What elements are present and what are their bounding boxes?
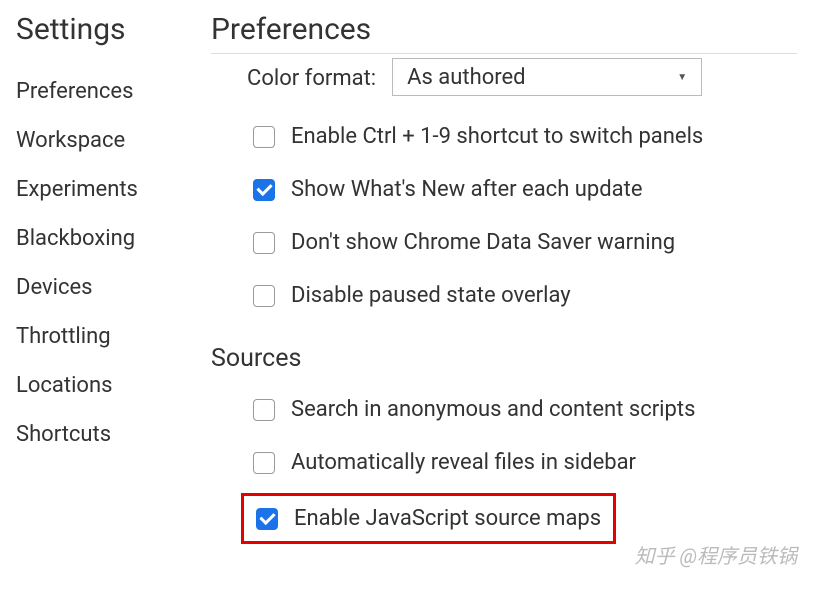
page-title: Preferences xyxy=(211,12,797,47)
color-format-row: Color format: As authored ▼ xyxy=(211,54,797,110)
checkbox-row-whatsnew: Show What's New after each update xyxy=(211,163,797,216)
sidebar-item-preferences[interactable]: Preferences xyxy=(16,67,179,116)
settings-title: Settings xyxy=(16,12,179,47)
sources-section-header: Sources xyxy=(211,322,797,383)
preferences-content: Color format: As authored ▼ Enable Ctrl … xyxy=(211,53,797,544)
checkbox-row-pausedoverlay: Disable paused state overlay xyxy=(211,269,797,322)
checkbox-pausedoverlay[interactable] xyxy=(253,285,275,307)
checkbox-autoreveal[interactable] xyxy=(253,452,275,474)
checkbox-row-datasaver: Don't show Chrome Data Saver warning xyxy=(211,216,797,269)
settings-sidebar: Settings Preferences Workspace Experimen… xyxy=(0,0,195,589)
checkbox-jssourcemaps[interactable] xyxy=(256,508,278,530)
sidebar-item-workspace[interactable]: Workspace xyxy=(16,116,179,165)
chevron-down-icon: ▼ xyxy=(677,72,687,83)
checkbox-label-anonsearch[interactable]: Search in anonymous and content scripts xyxy=(291,397,695,422)
color-format-label: Color format: xyxy=(247,66,376,91)
checkbox-label-jssourcemaps[interactable]: Enable JavaScript source maps xyxy=(294,506,601,531)
color-format-value: As authored xyxy=(407,65,525,90)
checkbox-ctrl19[interactable] xyxy=(253,126,275,148)
main-panel: Preferences Color format: As authored ▼ … xyxy=(195,0,817,589)
checkbox-row-anonsearch: Search in anonymous and content scripts xyxy=(211,383,797,436)
checkbox-label-pausedoverlay[interactable]: Disable paused state overlay xyxy=(291,283,571,308)
checkbox-whatsnew[interactable] xyxy=(253,179,275,201)
sidebar-item-blackboxing[interactable]: Blackboxing xyxy=(16,214,179,263)
checkbox-label-datasaver[interactable]: Don't show Chrome Data Saver warning xyxy=(291,230,675,255)
checkbox-label-whatsnew[interactable]: Show What's New after each update xyxy=(291,177,643,202)
color-format-select[interactable]: As authored ▼ xyxy=(392,58,702,96)
highlight-js-sourcemaps: Enable JavaScript source maps xyxy=(241,493,616,544)
sidebar-item-throttling[interactable]: Throttling xyxy=(16,312,179,361)
sidebar-item-locations[interactable]: Locations xyxy=(16,361,179,410)
sidebar-item-experiments[interactable]: Experiments xyxy=(16,165,179,214)
sidebar-item-devices[interactable]: Devices xyxy=(16,263,179,312)
checkbox-datasaver[interactable] xyxy=(253,232,275,254)
checkbox-anonsearch[interactable] xyxy=(253,399,275,421)
checkbox-label-ctrl19[interactable]: Enable Ctrl + 1-9 shortcut to switch pan… xyxy=(291,124,703,149)
checkbox-row-ctrl19: Enable Ctrl + 1-9 shortcut to switch pan… xyxy=(211,110,797,163)
sidebar-item-shortcuts[interactable]: Shortcuts xyxy=(16,410,179,459)
checkbox-row-autoreveal: Automatically reveal files in sidebar xyxy=(211,436,797,489)
checkbox-label-autoreveal[interactable]: Automatically reveal files in sidebar xyxy=(291,450,636,475)
